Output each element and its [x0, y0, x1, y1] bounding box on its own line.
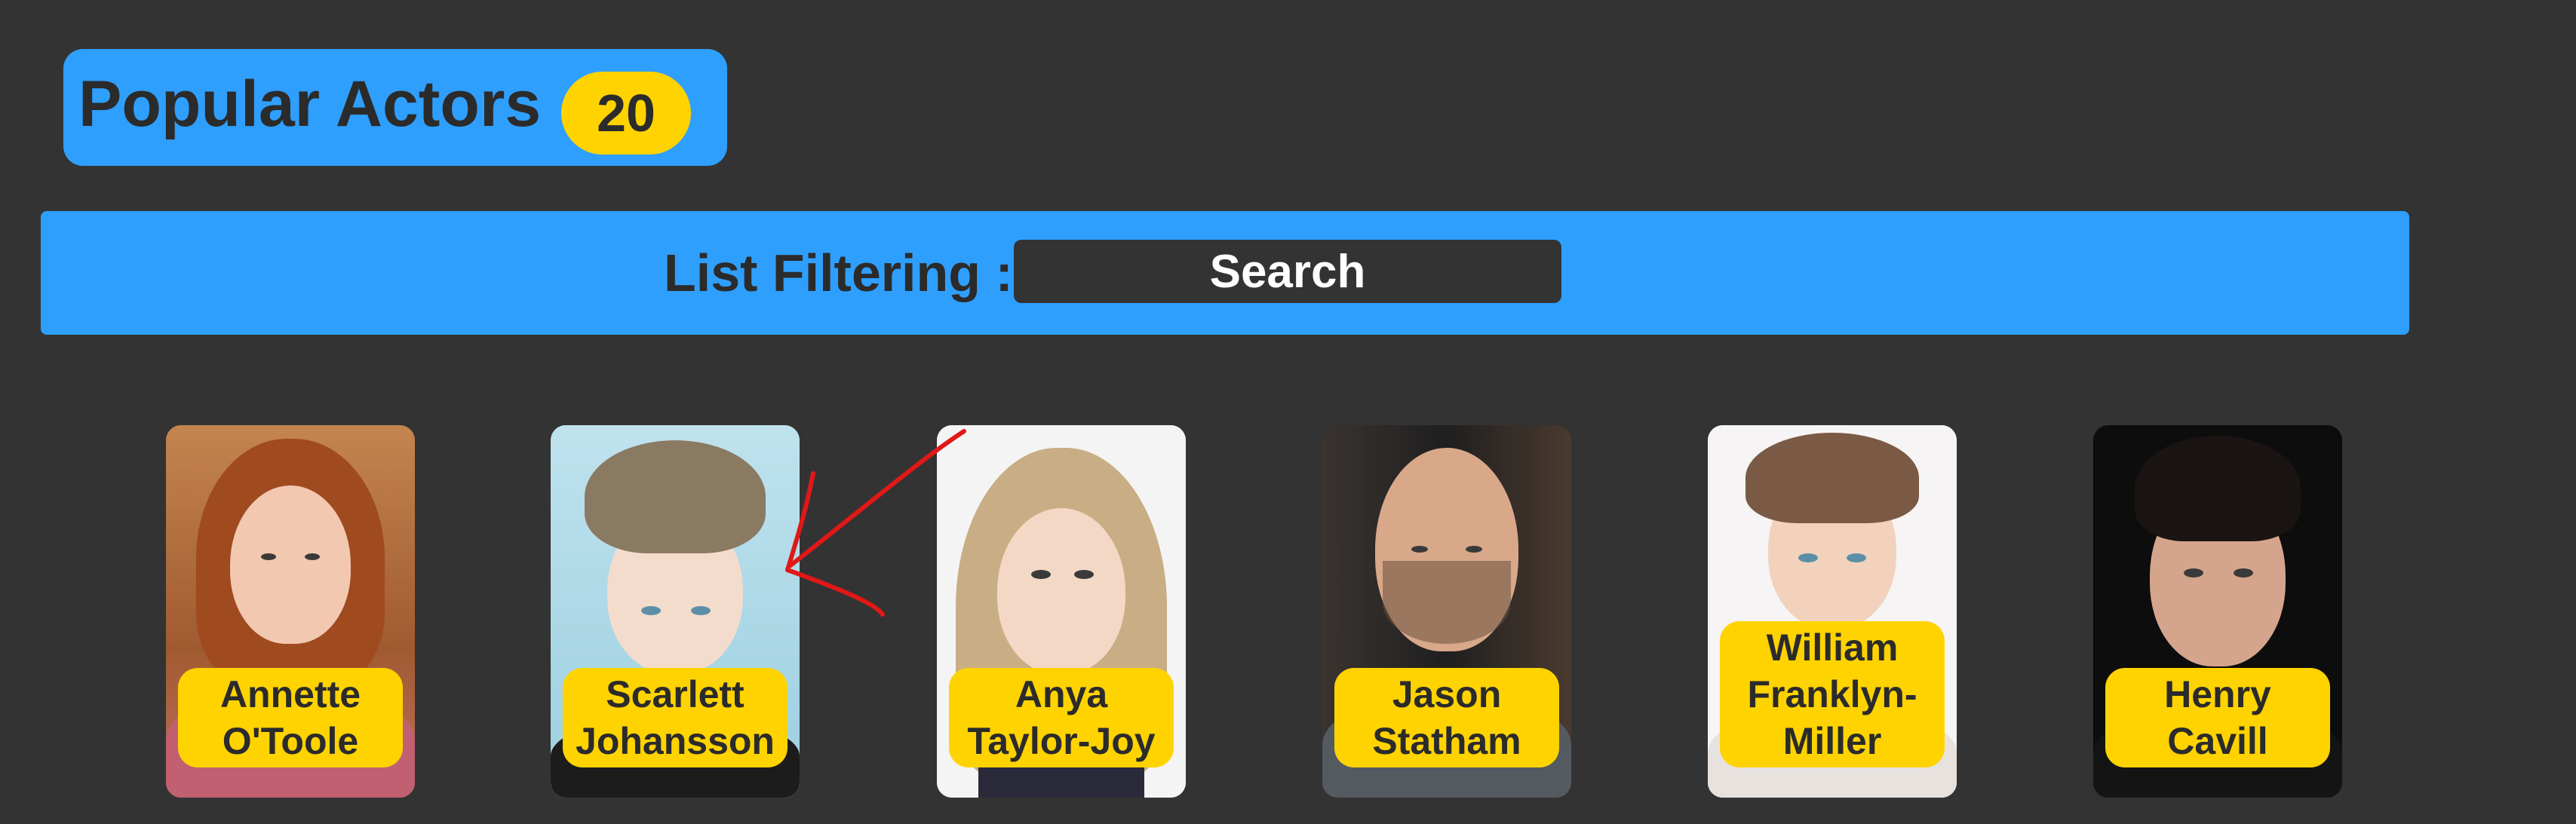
actor-name-tag: Anya Taylor-Joy: [949, 668, 1174, 767]
actor-name-tag: Annette O'Toole: [178, 668, 403, 767]
actor-card[interactable]: Anya Taylor-Joy: [937, 425, 1186, 798]
actor-name-tag: Scarlett Johansson: [563, 668, 788, 767]
actor-count-badge: 20: [561, 72, 691, 155]
filter-bar: List Filtering :: [41, 211, 2409, 335]
actor-card[interactable]: William Franklyn-Miller: [1708, 425, 1957, 798]
actor-card[interactable]: Scarlett Johansson: [551, 425, 800, 798]
page-title: Popular Actors: [78, 68, 542, 140]
search-input[interactable]: [1014, 240, 1561, 303]
actor-card[interactable]: Jason Statham: [1322, 425, 1571, 798]
filter-label: List Filtering :: [664, 244, 1013, 302]
actor-card[interactable]: Annette O'Toole: [166, 425, 415, 798]
actor-card[interactable]: Henry Cavill: [2093, 425, 2342, 798]
red-arrow-annotation: [785, 429, 966, 617]
actor-name-tag: Henry Cavill: [2105, 668, 2330, 767]
header-banner: Popular Actors 20: [63, 49, 727, 166]
actor-name-tag: Jason Statham: [1334, 668, 1559, 767]
page: Popular Actors 20 List Filtering : Annet…: [0, 0, 2576, 824]
actor-name-tag: William Franklyn-Miller: [1720, 621, 1945, 767]
